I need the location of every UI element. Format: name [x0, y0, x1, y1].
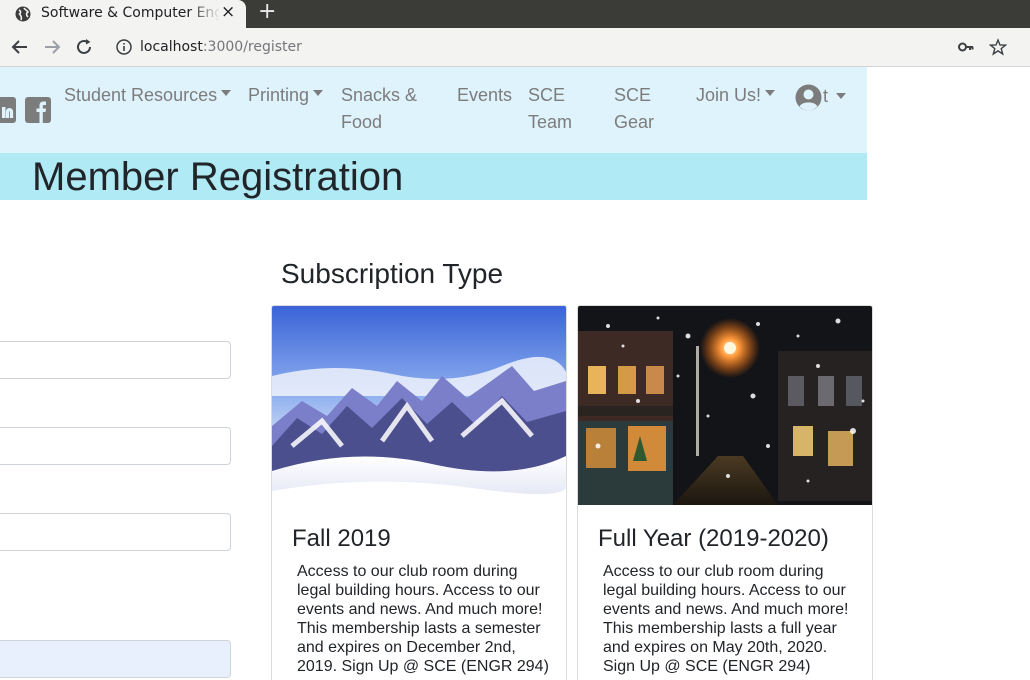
- password-input[interactable]: [0, 640, 231, 678]
- plan-title: Full Year (2019-2020): [598, 525, 829, 552]
- user-avatar-icon[interactable]: [795, 84, 822, 111]
- nav-printing-label: Printing: [248, 85, 310, 105]
- user-menu-caret-icon[interactable]: [836, 93, 846, 99]
- url-host: localhost: [140, 39, 203, 55]
- nav-join-us-label: Join Us!: [696, 85, 762, 105]
- forward-arrow-icon[interactable]: [41, 36, 63, 58]
- snowy-mountains-image: [272, 306, 566, 505]
- plan-card-fall-2019[interactable]: Fall 2019 Access to our club room during…: [271, 305, 567, 680]
- nav-join-us[interactable]: Join Us!: [696, 82, 776, 109]
- nav-sce-gear[interactable]: SCE Gear: [614, 82, 654, 136]
- caret-down-icon: [221, 90, 232, 97]
- nav-snacks-food[interactable]: Snacks & Food: [341, 82, 417, 136]
- facebook-icon[interactable]: [25, 97, 51, 123]
- email-input[interactable]: [0, 513, 231, 551]
- globe-icon: [15, 6, 31, 22]
- reload-icon[interactable]: [73, 36, 95, 58]
- page-viewport: Student Resources Printing Snacks & Food…: [0, 67, 1030, 680]
- snowy-street-night-image: [578, 306, 872, 505]
- first-name-input[interactable]: [0, 341, 231, 379]
- plan-description: Access to our club room during legal bui…: [603, 563, 849, 675]
- caret-down-icon: [765, 90, 776, 97]
- nav-events[interactable]: Events: [457, 82, 512, 109]
- user-initial[interactable]: t: [823, 83, 828, 110]
- linkedin-icon[interactable]: [0, 97, 16, 123]
- page-title: Member Registration: [32, 155, 404, 199]
- close-tab-icon[interactable]: ×: [221, 3, 235, 21]
- browser-toolbar: localhost:3000/register: [0, 28, 1030, 67]
- address-bar[interactable]: localhost:3000/register: [140, 38, 302, 56]
- page-title-bar: Member Registration: [0, 153, 867, 200]
- site-navbar: Student Resources Printing Snacks & Food…: [0, 67, 867, 153]
- site-info-icon[interactable]: [115, 38, 133, 56]
- browser-tab[interactable]: Software & Computer Engineering Society …: [0, 0, 246, 28]
- nav-student-resources[interactable]: Student Resources: [64, 82, 232, 109]
- subscription-type-heading: Subscription Type: [281, 258, 504, 289]
- key-icon[interactable]: [957, 38, 975, 56]
- plan-description: Access to our club room during legal bui…: [297, 563, 549, 675]
- tab-title-fade: [189, 2, 221, 24]
- caret-down-icon: [313, 90, 324, 97]
- new-tab-icon[interactable]: +: [258, 1, 276, 23]
- nav-student-resources-label: Student Resources: [64, 85, 218, 105]
- nav-sce-team[interactable]: SCE Team: [528, 82, 572, 136]
- back-arrow-icon[interactable]: [9, 36, 31, 58]
- last-name-input[interactable]: [0, 427, 231, 465]
- plan-title: Fall 2019: [292, 525, 391, 552]
- nav-printing[interactable]: Printing: [248, 82, 324, 109]
- url-path: :3000/register: [202, 39, 302, 55]
- plan-card-full-year[interactable]: Full Year (2019-2020) Access to our club…: [577, 305, 873, 680]
- browser-tabstrip: Software & Computer Engineering Society …: [0, 0, 1030, 28]
- star-icon[interactable]: [989, 38, 1007, 56]
